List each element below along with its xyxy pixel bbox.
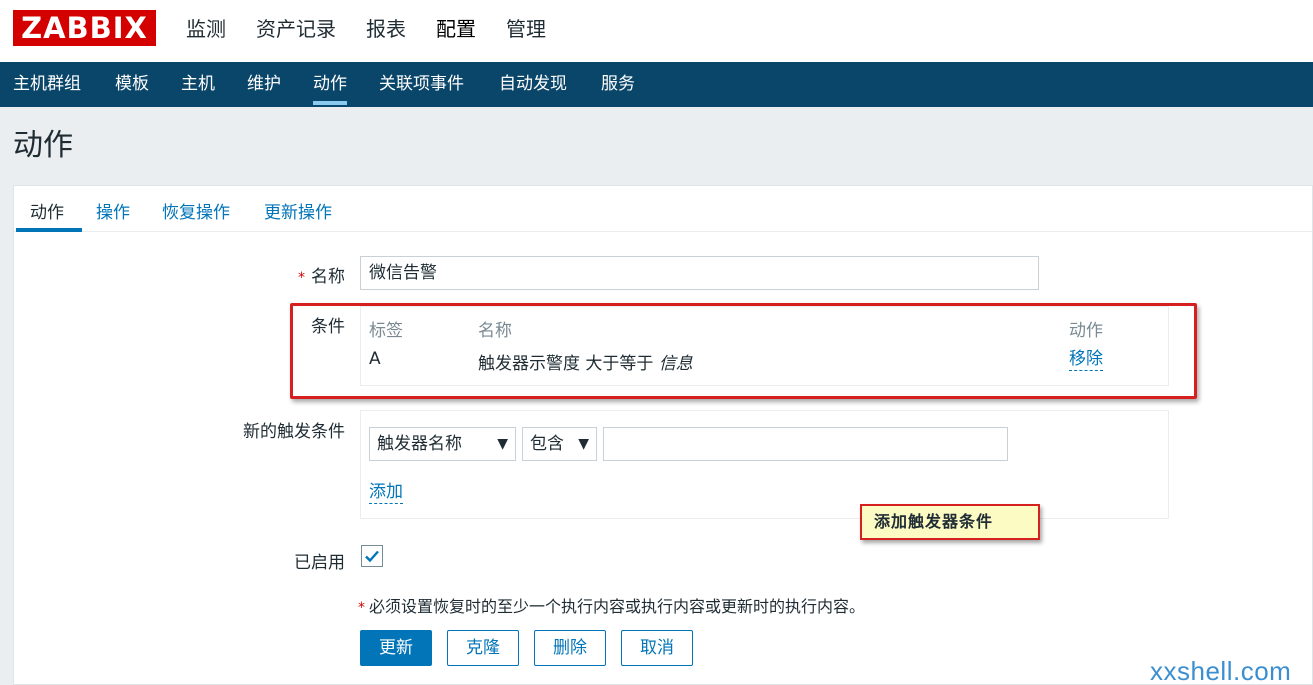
subnav-hosts[interactable]: 主机: [181, 62, 215, 107]
tab-operations[interactable]: 操作: [96, 198, 130, 223]
name-input[interactable]: 微信告警: [360, 256, 1039, 290]
condition-value-input[interactable]: [603, 427, 1008, 461]
page-title: 动作: [13, 128, 73, 163]
update-button[interactable]: 更新: [360, 630, 432, 666]
new-condition-label: 新的触发条件: [243, 422, 345, 442]
sub-navigation: 主机群组 模板 主机 维护 动作 关联项事件 自动发现 服务: [0, 62, 1313, 107]
condition-operator-select[interactable]: 包含 ▼: [522, 427, 597, 461]
clone-button[interactable]: 克隆: [447, 630, 519, 666]
enabled-checkbox[interactable]: [361, 545, 383, 567]
top-menu-administration[interactable]: 管理: [506, 14, 546, 44]
add-condition-link[interactable]: 添加: [369, 481, 403, 504]
required-note: * 必须设置恢复时的至少一个执行内容或执行内容或更新时的执行内容。: [358, 597, 866, 616]
subnav-discovery[interactable]: 自动发现: [499, 62, 567, 107]
subnav-event-correlation[interactable]: 关联项事件: [379, 62, 464, 107]
subnav-maintenance[interactable]: 维护: [247, 62, 281, 107]
name-label: * 名称: [298, 267, 345, 287]
delete-button[interactable]: 删除: [534, 630, 606, 666]
active-tab-indicator: [16, 228, 82, 232]
tab-update-operations[interactable]: 更新操作: [264, 198, 332, 223]
chevron-down-icon: ▼: [497, 436, 508, 452]
top-menu: 监测 资产记录 报表 配置 管理: [186, 14, 576, 44]
top-menu-monitoring[interactable]: 监测: [186, 14, 226, 44]
top-menu-inventory[interactable]: 资产记录: [256, 14, 336, 44]
zabbix-logo[interactable]: ZABBIX: [13, 10, 156, 46]
tab-action[interactable]: 动作: [30, 198, 64, 223]
watermark: xxshell.com: [1150, 656, 1292, 685]
form-tabs: 动作 操作 恢复操作 更新操作: [14, 186, 1312, 232]
top-menu-configuration[interactable]: 配置: [436, 14, 476, 44]
top-menu-reports[interactable]: 报表: [366, 14, 406, 44]
top-header: ZABBIX 监测 资产记录 报表 配置 管理: [0, 0, 1313, 62]
subnav-services[interactable]: 服务: [601, 62, 635, 107]
subnav-host-groups[interactable]: 主机群组: [13, 62, 81, 107]
subnav-actions[interactable]: 动作: [313, 62, 347, 107]
enabled-label: 已启用: [294, 553, 345, 573]
tab-recovery-operations[interactable]: 恢复操作: [162, 198, 230, 223]
subnav-templates[interactable]: 模板: [115, 62, 149, 107]
checkmark-icon: [365, 550, 379, 563]
cancel-button[interactable]: 取消: [621, 630, 693, 666]
required-asterisk: *: [298, 270, 305, 286]
condition-type-select[interactable]: 触发器名称 ▼: [369, 427, 516, 461]
chevron-down-icon: ▼: [578, 436, 589, 452]
highlight-frame: [290, 303, 1197, 399]
annotation-callout: 添加触发器条件: [860, 504, 1040, 540]
